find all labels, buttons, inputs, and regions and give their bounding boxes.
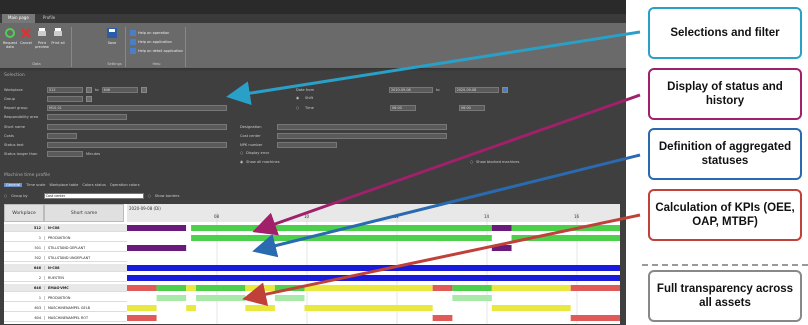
arrow-status [252, 93, 641, 236]
arrow-kpis [242, 213, 641, 307]
arrow-selections [226, 30, 641, 106]
callout-kpis: Calculation of KPIs (OEE, OAP, MTBF) [648, 189, 802, 241]
callout-aggregated-statuses: Definition of aggregated statuses [648, 128, 802, 180]
callout-status-history: Display of status and history [648, 68, 802, 120]
arrow-aggregated [252, 153, 641, 258]
divider [642, 264, 808, 266]
callout-selections: Selections and filter [648, 7, 802, 59]
callout-transparency: Full transparency across all assets [648, 270, 802, 322]
